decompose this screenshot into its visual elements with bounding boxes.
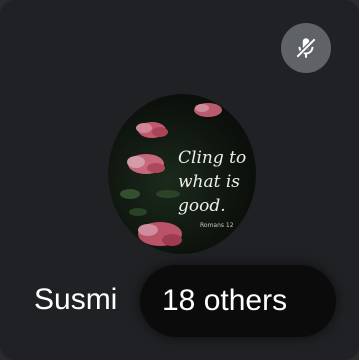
- avatar-quote-reference: Romans 12: [200, 222, 234, 229]
- participant-avatar: Cling to what is good. Romans 12: [108, 94, 256, 254]
- avatar-quote: Cling to what is good.: [178, 146, 256, 218]
- others-chip[interactable]: 18 others: [140, 265, 336, 337]
- participant-tile[interactable]: Cling to what is good. Romans 12 Susmi 1…: [0, 0, 359, 360]
- avatar-quote-line: good.: [178, 196, 226, 216]
- others-count-label: 18 others: [162, 284, 288, 317]
- mic-muted-indicator[interactable]: [281, 23, 331, 73]
- avatar-quote-line: what is: [178, 172, 241, 192]
- participant-name: Susmi: [34, 283, 118, 316]
- avatar-quote-line: Cling to: [178, 148, 247, 168]
- mic-off-icon: [295, 37, 317, 59]
